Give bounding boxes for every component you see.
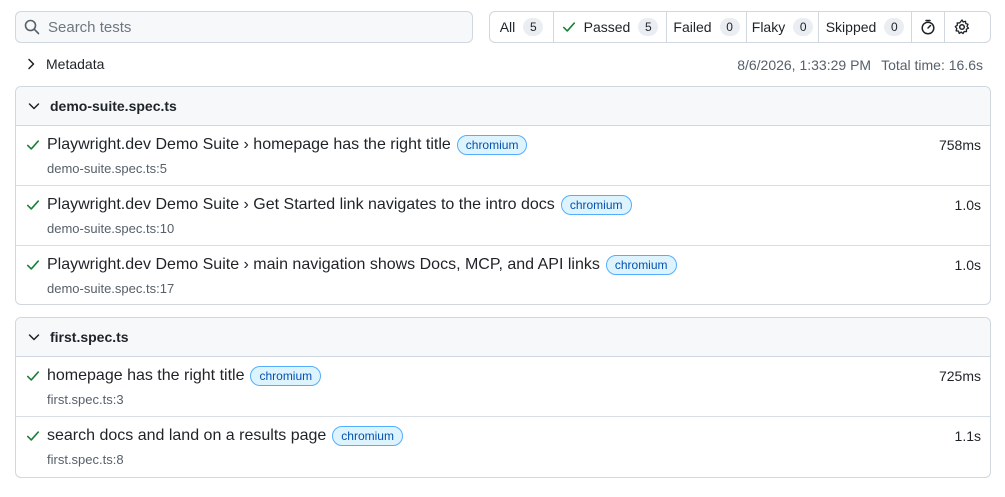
suite-header[interactable]: demo-suite.spec.ts	[16, 87, 990, 126]
test-title[interactable]: search docs and land on a results page	[47, 427, 326, 445]
metadata-label: Metadata	[46, 56, 105, 72]
test-title[interactable]: Playwright.dev Demo Suite › main navigat…	[47, 256, 600, 274]
test-duration: 1.0s	[954, 257, 981, 273]
status-filter-bar: All 5 Passed 5 Failed 0 Flaky 0 Skipped …	[489, 11, 991, 43]
project-tag[interactable]: chromium	[605, 255, 677, 275]
run-info: 8/6/2026, 1:33:29 PM Total time: 16.6s	[737, 57, 983, 73]
project-tag[interactable]: chromium	[332, 426, 403, 446]
timer-button[interactable]	[912, 12, 945, 42]
filter-flaky[interactable]: Flaky 0	[747, 12, 819, 42]
settings-button[interactable]	[945, 12, 978, 42]
chevron-down-icon	[28, 334, 40, 341]
run-datetime: 8/6/2026, 1:33:29 PM	[737, 57, 872, 73]
test-row[interactable]: search docs and land on a results page c…	[16, 417, 990, 477]
test-location: demo-suite.spec.ts:5	[47, 161, 167, 176]
check-icon	[26, 260, 40, 270]
filter-failed[interactable]: Failed 0	[667, 12, 747, 42]
project-tag[interactable]: chromium	[456, 135, 528, 155]
filter-all[interactable]: All 5	[490, 12, 554, 42]
search-box[interactable]	[15, 11, 473, 43]
suite-first: first.spec.ts homepage has the right tit…	[15, 317, 991, 478]
filter-count: 5	[638, 18, 659, 36]
filter-count: 0	[719, 18, 740, 36]
filter-label: Skipped	[825, 19, 877, 35]
filter-count: 0	[884, 18, 905, 36]
check-icon	[26, 371, 40, 381]
suite-name: demo-suite.spec.ts	[50, 98, 177, 114]
check-icon	[26, 200, 40, 210]
test-row[interactable]: Playwright.dev Demo Suite › homepage has…	[16, 126, 990, 186]
filter-count: 0	[793, 18, 814, 36]
check-icon	[562, 22, 575, 32]
check-icon	[26, 140, 40, 150]
suite-name: first.spec.ts	[50, 329, 129, 345]
test-location: first.spec.ts:3	[47, 392, 124, 407]
total-time: Total time: 16.6s	[881, 57, 983, 73]
gear-icon	[954, 19, 969, 35]
test-location: demo-suite.spec.ts:10	[47, 221, 175, 236]
test-duration: 758ms	[938, 137, 981, 153]
stopwatch-icon	[921, 19, 935, 35]
chevron-down-icon	[28, 103, 40, 110]
test-title[interactable]: homepage has the right title	[47, 367, 244, 385]
test-row[interactable]: Playwright.dev Demo Suite › main navigat…	[16, 246, 990, 304]
check-icon	[26, 431, 40, 441]
test-duration: 725ms	[938, 368, 981, 384]
test-duration: 1.1s	[954, 428, 981, 444]
suite-demo-suite: demo-suite.spec.ts Playwright.dev Demo S…	[15, 86, 991, 305]
test-row[interactable]: Playwright.dev Demo Suite › Get Started …	[16, 186, 990, 246]
test-title[interactable]: Playwright.dev Demo Suite › Get Started …	[47, 196, 555, 214]
test-location: demo-suite.spec.ts:17	[47, 281, 175, 296]
test-location: first.spec.ts:8	[47, 452, 124, 467]
suite-header[interactable]: first.spec.ts	[16, 318, 990, 357]
chevron-right-icon	[28, 58, 35, 70]
filter-label: Failed	[673, 19, 712, 35]
search-icon	[24, 19, 40, 35]
filter-passed[interactable]: Passed 5	[554, 12, 667, 42]
project-tag[interactable]: chromium	[560, 195, 632, 215]
filter-label: All	[499, 19, 516, 35]
search-input[interactable]	[48, 18, 448, 36]
test-row[interactable]: homepage has the right title chromium fi…	[16, 357, 990, 417]
project-tag[interactable]: chromium	[250, 366, 322, 386]
filter-label: Passed	[583, 19, 631, 35]
filter-label: Flaky	[751, 19, 786, 35]
test-duration: 1.0s	[954, 197, 981, 213]
metadata-toggle[interactable]: Metadata	[26, 56, 104, 72]
test-title[interactable]: Playwright.dev Demo Suite › homepage has…	[47, 136, 451, 154]
filter-skipped[interactable]: Skipped 0	[819, 12, 912, 42]
filter-count: 5	[523, 18, 544, 36]
